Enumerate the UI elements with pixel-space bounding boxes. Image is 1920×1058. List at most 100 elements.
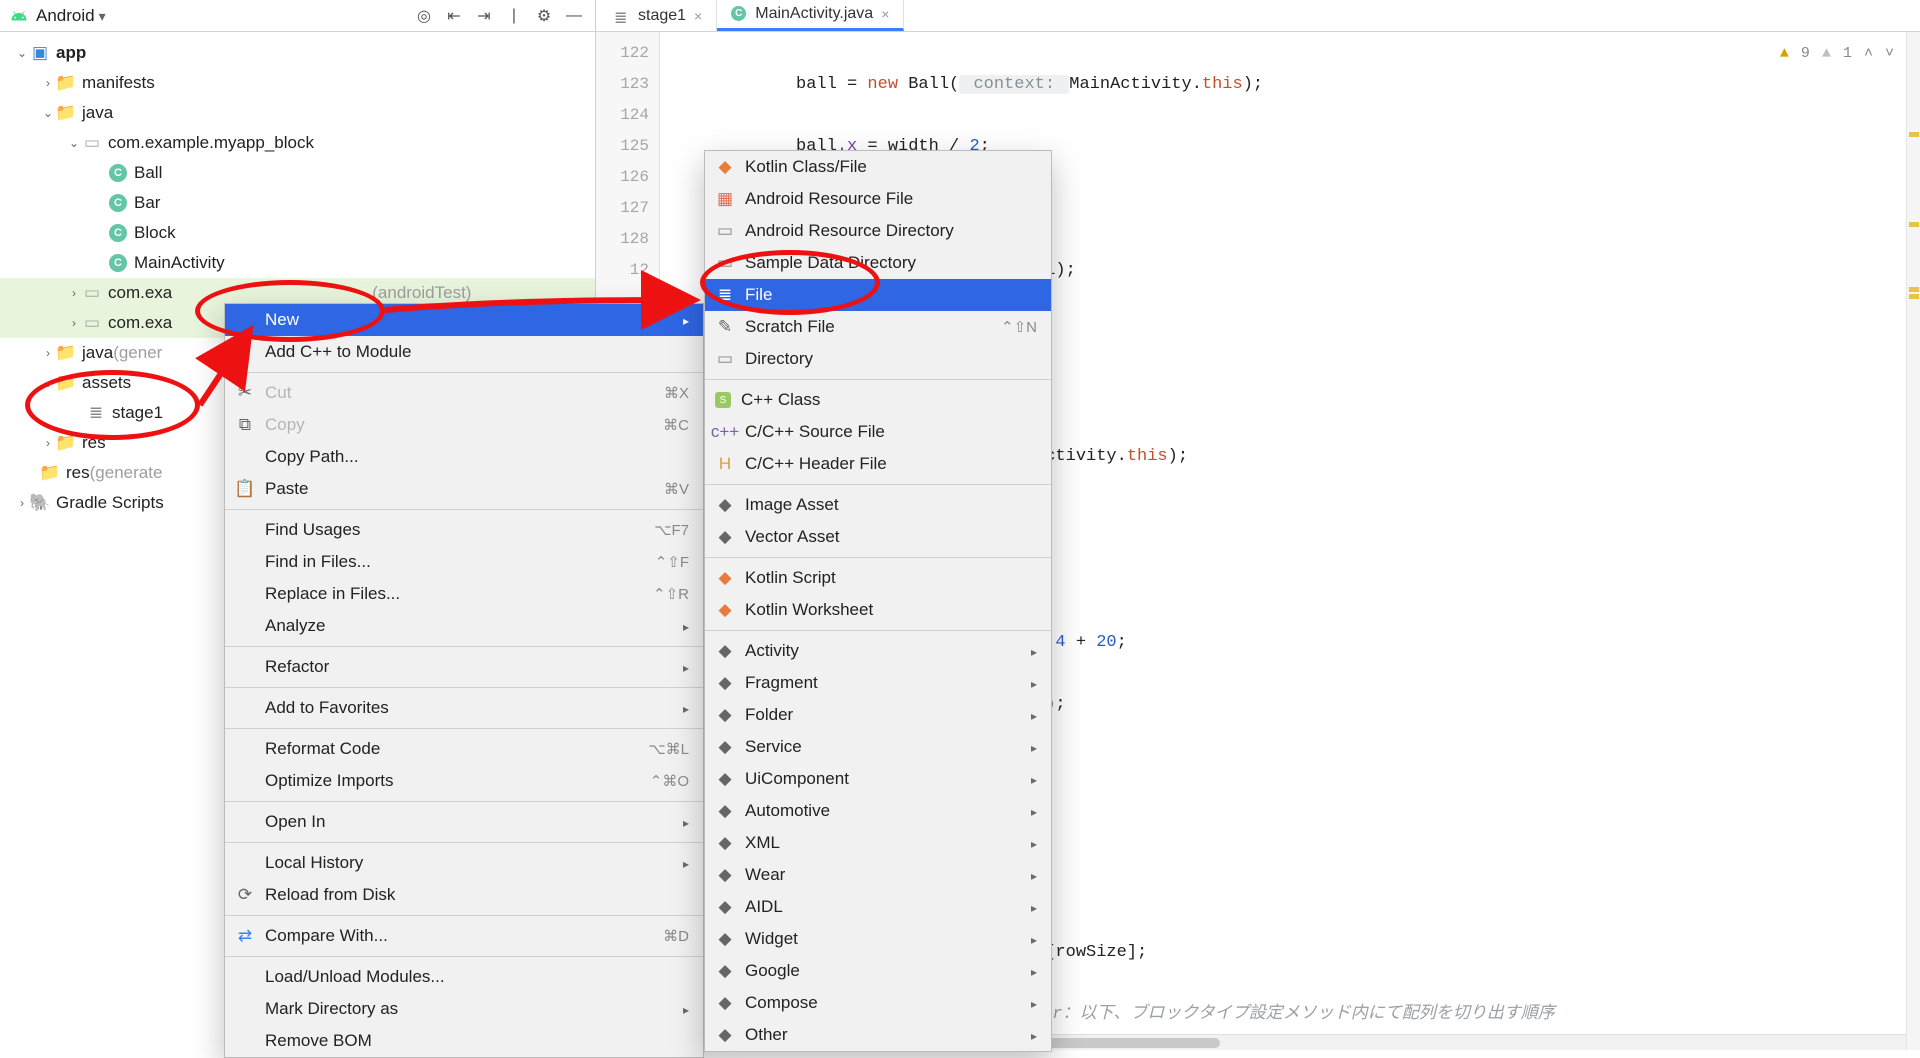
menu-item-find-usages[interactable]: Find Usages⌥F7 (225, 514, 703, 546)
error-stripe[interactable] (1906, 32, 1920, 1050)
folder-icon: 📁 (56, 103, 76, 123)
package-icon: ▭ (82, 283, 102, 303)
menu-item-folder[interactable]: ◆Folder (705, 699, 1051, 731)
package-icon: ▭ (82, 133, 102, 153)
menu-item-analyze[interactable]: Analyze (225, 610, 703, 642)
menu-item-other[interactable]: ◆Other (705, 1019, 1051, 1051)
menu-item-cpp-src[interactable]: c++C/C++ Source File (705, 416, 1051, 448)
chevron-right-icon (66, 316, 82, 330)
gradle-icon: 🐘 (30, 493, 50, 513)
next-highlight-icon[interactable]: ˅ (1885, 38, 1894, 69)
cpp-src-icon: c++ (715, 422, 735, 442)
menu-item-directory[interactable]: ▭Directory (705, 343, 1051, 375)
folder-icon: ▭ (715, 221, 735, 241)
menu-item-res-file[interactable]: ▦Android Resource File (705, 183, 1051, 215)
menu-item-find-in-files[interactable]: Find in Files...⌃⇧F (225, 546, 703, 578)
menu-item-xml[interactable]: ◆XML (705, 827, 1051, 859)
chevron-right-icon (14, 496, 30, 510)
tree-node-java[interactable]: 📁 java (0, 98, 595, 128)
chevron-down-icon (66, 136, 82, 150)
file-icon: ≣ (614, 8, 630, 24)
scratch-icon: ✎ (715, 317, 735, 337)
menu-item-remove-bom[interactable]: Remove BOM (225, 1025, 703, 1057)
menu-item-optimize-imports[interactable]: Optimize Imports⌃⌘O (225, 765, 703, 797)
menu-item-aidl[interactable]: ◆AIDL (705, 891, 1051, 923)
cut-icon: ✂ (235, 383, 255, 403)
folder-icon: 📁 (56, 73, 76, 93)
chevron-down-icon (14, 46, 30, 60)
toolbar-target-icon[interactable]: ◎ (413, 5, 435, 27)
new-submenu[interactable]: ◆Kotlin Class/File ▦Android Resource Fil… (704, 150, 1052, 1052)
menu-item-cpp-hdr[interactable]: HC/C++ Header File (705, 448, 1051, 480)
xml-file-icon: ▦ (715, 189, 735, 209)
menu-item-local-history[interactable]: Local History (225, 847, 703, 879)
menu-item-favorites[interactable]: Add to Favorites (225, 692, 703, 724)
menu-item-res-dir[interactable]: ▭Android Resource Directory (705, 215, 1051, 247)
inspection-summary[interactable]: ▲9 ▲1 ˄ ˅ (1780, 38, 1894, 69)
tree-node-class[interactable]: C Block (0, 218, 595, 248)
menu-item-load-unload[interactable]: Load/Unload Modules... (225, 961, 703, 993)
menu-item-vector-asset[interactable]: ◆Vector Asset (705, 521, 1051, 553)
menu-item-service[interactable]: ◆Service (705, 731, 1051, 763)
menu-item-widget[interactable]: ◆Widget (705, 923, 1051, 955)
kotlin-icon: ◆ (715, 600, 735, 620)
menu-item-reformat[interactable]: Reformat Code⌥⌘L (225, 733, 703, 765)
file-icon: ≣ (715, 285, 735, 305)
menu-item-replace-in-files[interactable]: Replace in Files...⌃⇧R (225, 578, 703, 610)
close-icon[interactable]: × (694, 8, 702, 24)
menu-item-uicomponent[interactable]: ◆UiComponent (705, 763, 1051, 795)
menu-item-image-asset[interactable]: ◆Image Asset (705, 489, 1051, 521)
menu-item-compare-with[interactable]: ⇄Compare With...⌘D (225, 920, 703, 952)
tree-node-class[interactable]: C MainActivity (0, 248, 595, 278)
menu-item-paste[interactable]: 📋Paste⌘V (225, 473, 703, 505)
hide-panel-icon[interactable]: — (563, 5, 585, 27)
menu-item-scratch[interactable]: ✎Scratch File⌃⇧N (705, 311, 1051, 343)
toolbar-expand-icon[interactable]: ⇥ (473, 5, 495, 27)
android-icon: ◆ (715, 865, 735, 885)
menu-item-cpp-class[interactable]: SC++ Class (705, 384, 1051, 416)
menu-item-file[interactable]: ≣File (705, 279, 1051, 311)
menu-item-kotlin-script[interactable]: ◆Kotlin Script (705, 562, 1051, 594)
chevron-right-icon (40, 346, 56, 360)
menu-item-new[interactable]: New (225, 304, 703, 336)
menu-item-wear[interactable]: ◆Wear (705, 859, 1051, 891)
tree-node-package[interactable]: ▭ com.example.myapp_block (0, 128, 595, 158)
toolbar-collapse-icon[interactable]: ⇤ (443, 5, 465, 27)
context-menu[interactable]: New Add C++ to Module ✂Cut⌘X ⧉Copy⌘C Cop… (224, 303, 704, 1058)
tab-mainactivity[interactable]: C MainActivity.java × (717, 0, 904, 31)
class-icon: C (731, 6, 747, 22)
tab-stage1[interactable]: ≣ stage1 × (600, 0, 717, 31)
close-icon[interactable]: × (881, 6, 889, 22)
tree-node-class[interactable]: C Bar (0, 188, 595, 218)
menu-item-fragment[interactable]: ◆Fragment (705, 667, 1051, 699)
tree-node-manifests[interactable]: 📁 manifests (0, 68, 595, 98)
menu-item-mark-directory[interactable]: Mark Directory as (225, 993, 703, 1025)
prev-highlight-icon[interactable]: ˄ (1864, 38, 1873, 69)
menu-item-open-in[interactable]: Open In (225, 806, 703, 838)
menu-item-kotlin-class[interactable]: ◆Kotlin Class/File (705, 151, 1051, 183)
copy-icon: ⧉ (235, 415, 255, 435)
chevron-down-icon (40, 376, 56, 390)
android-icon: ◆ (715, 737, 735, 757)
menu-item-google[interactable]: ◆Google (705, 955, 1051, 987)
menu-item-add-cpp[interactable]: Add C++ to Module (225, 336, 703, 368)
android-icon: ◆ (715, 897, 735, 917)
android-icon: ◆ (715, 833, 735, 853)
menu-item-activity[interactable]: ◆Activity (705, 635, 1051, 667)
project-view-selector[interactable]: Android (36, 6, 106, 26)
menu-item-compose[interactable]: ◆Compose (705, 987, 1051, 1019)
menu-item-kotlin-ws[interactable]: ◆Kotlin Worksheet (705, 594, 1051, 626)
menu-item-copy[interactable]: ⧉Copy⌘C (225, 409, 703, 441)
gear-icon[interactable]: ⚙ (533, 5, 555, 27)
menu-item-refactor[interactable]: Refactor (225, 651, 703, 683)
tree-node-class[interactable]: C Ball (0, 158, 595, 188)
menu-item-reload-disk[interactable]: ⟳Reload from Disk (225, 879, 703, 911)
menu-item-copy-path[interactable]: Copy Path... (225, 441, 703, 473)
tree-node-app[interactable]: ▣ app (0, 38, 595, 68)
menu-item-automotive[interactable]: ◆Automotive (705, 795, 1051, 827)
menu-item-cut[interactable]: ✂Cut⌘X (225, 377, 703, 409)
menu-item-sample-dir[interactable]: ▭Sample Data Directory (705, 247, 1051, 279)
module-icon: ▣ (30, 43, 50, 63)
chevron-right-icon (66, 286, 82, 300)
folder-icon: 📁 (56, 373, 76, 393)
